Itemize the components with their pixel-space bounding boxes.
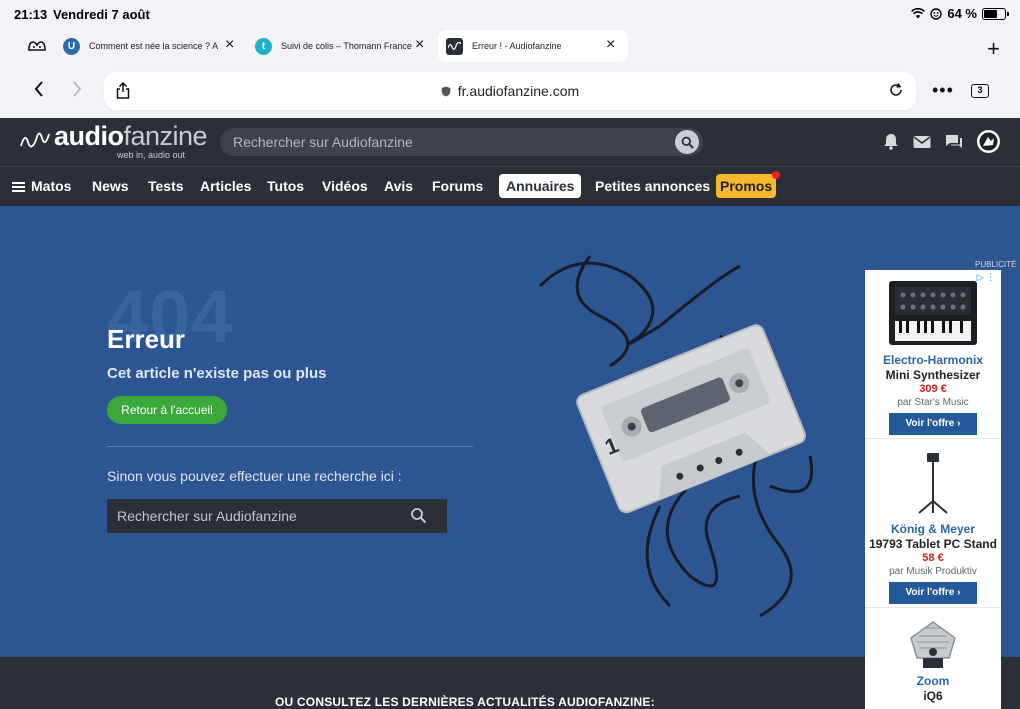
ad-brand: Electro-Harmonix bbox=[882, 353, 984, 367]
ad-item[interactable]: Electro-Harmonix Mini Synthesizer 309 € … bbox=[865, 270, 1001, 439]
nav-matos[interactable]: Matos bbox=[12, 178, 71, 194]
ad-brand: König & Meyer bbox=[890, 522, 975, 536]
error-title: Erreur bbox=[107, 324, 186, 354]
tab-audiofanzine[interactable]: Erreur ! - Audiofanzine × bbox=[438, 30, 628, 62]
back-icon[interactable] bbox=[34, 80, 44, 103]
logo-wave-icon bbox=[20, 132, 50, 148]
ad-label: PUBLICITÉ bbox=[975, 260, 1017, 269]
ad-brand: Zoom bbox=[916, 674, 950, 688]
wifi-icon bbox=[911, 8, 926, 19]
ad-seller: par Musik Produktiv bbox=[889, 566, 977, 577]
tab-overview-button[interactable]: 3 bbox=[971, 84, 989, 98]
ad-panel: ▷ ⋮ Electro-Harmonix Mini Synthesizer 30… bbox=[865, 270, 1001, 709]
nav-news[interactable]: News bbox=[92, 178, 129, 194]
close-icon[interactable]: × bbox=[225, 37, 234, 53]
tab-bar: U Comment est née la science ? A × t Sui… bbox=[0, 28, 1020, 64]
ad-item[interactable]: Zoom iQ6 bbox=[865, 608, 1001, 709]
close-icon[interactable]: × bbox=[415, 37, 424, 53]
ad-cta-button[interactable]: Voir l'offre › bbox=[889, 582, 977, 604]
battery-level bbox=[984, 9, 997, 18]
focus-icon bbox=[930, 7, 943, 20]
tab-group-icon[interactable] bbox=[27, 39, 47, 53]
url-display[interactable]: fr.audiofanzine.com bbox=[104, 83, 916, 99]
browser-toolbar: fr.audiofanzine.com ••• 3 bbox=[0, 64, 1020, 118]
divider bbox=[107, 446, 473, 447]
news-heading: OU CONSULTEZ LES DERNIÈRES ACTUALITÉS AU… bbox=[275, 695, 655, 709]
mail-icon[interactable] bbox=[913, 135, 931, 149]
nav-tests[interactable]: Tests bbox=[148, 178, 184, 194]
ad-price: 58 € bbox=[922, 552, 944, 564]
tab-science[interactable]: U Comment est née la science ? A × bbox=[63, 30, 243, 62]
nav-petites-annonces[interactable]: Petites annonces bbox=[595, 178, 710, 194]
url-text: fr.audiofanzine.com bbox=[457, 83, 580, 99]
nav-promos[interactable]: Promos bbox=[716, 171, 781, 198]
tab-title: Erreur ! - Audiofanzine bbox=[472, 41, 562, 51]
logo-text: audiofanzine bbox=[54, 121, 208, 151]
ad-product: 19793 Tablet PC Stand bbox=[869, 537, 997, 551]
battery-percent: 64 % bbox=[947, 6, 977, 21]
status-time: 21:13 bbox=[14, 7, 48, 22]
cassette-illustration: 1 bbox=[538, 255, 814, 618]
site-search-button[interactable] bbox=[675, 130, 699, 154]
site-search-bar bbox=[220, 128, 703, 156]
favicon-t: t bbox=[255, 37, 272, 55]
microphone-image bbox=[910, 621, 956, 668]
favicon-u: U bbox=[63, 37, 80, 55]
search-icon[interactable] bbox=[410, 507, 427, 524]
ad-product: iQ6 bbox=[923, 689, 943, 703]
search-prompt: Sinon vous pouvez effectuer une recherch… bbox=[107, 468, 402, 484]
search-icon bbox=[681, 136, 694, 149]
main-nav: Matos News Tests Articles Tutos Vidéos A… bbox=[0, 166, 1020, 206]
address-bar[interactable]: fr.audiofanzine.com bbox=[104, 72, 916, 110]
status-date: Vendredi 7 août bbox=[53, 7, 150, 22]
site-search-input[interactable] bbox=[233, 134, 653, 150]
ad-item[interactable]: König & Meyer 19793 Tablet PC Stand 58 €… bbox=[865, 439, 1001, 608]
nav-annuaires[interactable]: Annuaires bbox=[499, 174, 582, 198]
home-button[interactable]: Retour à l'accueil bbox=[107, 396, 227, 424]
hero-search-input[interactable] bbox=[117, 508, 397, 524]
nav-videos[interactable]: Vidéos bbox=[322, 178, 368, 194]
hero-search-bar bbox=[107, 499, 447, 533]
site-header: audiofanzine web in, audio out bbox=[0, 118, 1020, 166]
ad-product: Mini Synthesizer bbox=[885, 368, 981, 382]
battery-icon bbox=[982, 7, 1009, 20]
status-bar: 21:13 Vendredi 7 août 64 % bbox=[0, 0, 1020, 28]
ad-cta-button[interactable]: Voir l'offre › bbox=[889, 413, 977, 435]
nav-avis[interactable]: Avis bbox=[384, 178, 413, 194]
tablet-stand-image bbox=[918, 453, 948, 514]
notification-dot bbox=[772, 171, 781, 179]
forward-icon[interactable] bbox=[72, 80, 82, 103]
reload-icon[interactable] bbox=[888, 82, 904, 98]
synthesizer-image bbox=[889, 281, 977, 345]
tab-thomann[interactable]: t Suivi de colis – Thomann France × bbox=[255, 30, 435, 62]
ad-seller: par Star's Music bbox=[897, 397, 969, 408]
more-icon[interactable]: ••• bbox=[932, 80, 954, 101]
error-subtitle: Cet article n'existe pas ou plus bbox=[107, 365, 327, 382]
add-tab-icon[interactable]: + bbox=[987, 36, 1000, 62]
nav-tutos[interactable]: Tutos bbox=[267, 178, 304, 194]
bell-icon[interactable] bbox=[883, 133, 899, 150]
tab-title: Suivi de colis – Thomann France bbox=[281, 41, 412, 51]
user-avatar[interactable] bbox=[977, 130, 1000, 153]
ad-price: 309 € bbox=[919, 383, 947, 395]
tab-title: Comment est née la science ? A bbox=[89, 41, 219, 51]
nav-articles[interactable]: Articles bbox=[200, 178, 251, 194]
avatar-icon bbox=[979, 132, 998, 151]
menu-icon bbox=[12, 180, 25, 194]
logo-tagline: web in, audio out bbox=[117, 150, 186, 160]
close-icon[interactable]: × bbox=[606, 37, 615, 53]
nav-forums[interactable]: Forums bbox=[432, 178, 483, 194]
chat-icon[interactable] bbox=[945, 134, 963, 150]
favicon-wave bbox=[446, 37, 463, 55]
shield-icon bbox=[441, 86, 451, 97]
